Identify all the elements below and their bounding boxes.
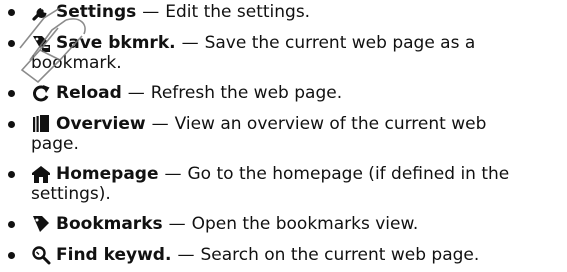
bullet (8, 90, 15, 97)
item-description-continued: page. (31, 134, 79, 154)
item-description: Refresh the web page. (150, 83, 343, 103)
item-description: Save the current web page as a (204, 33, 476, 53)
bookmarks-icon (31, 214, 51, 234)
item-description: Search on the current web page. (200, 245, 480, 265)
bullet (8, 221, 15, 228)
item-description: Edit the settings. (165, 2, 311, 22)
item-dash: — (181, 33, 199, 53)
home-icon (31, 164, 51, 184)
bullet (8, 121, 15, 128)
wrench-icon (31, 2, 51, 22)
item-title: Homepage (56, 164, 159, 184)
item-description: View an overview of the current web (174, 114, 487, 134)
item-dash: — (127, 83, 145, 103)
overview-icon (31, 114, 51, 134)
item-dash: — (164, 164, 182, 184)
item-title: Overview (56, 114, 146, 134)
item-title: Bookmarks (56, 214, 163, 234)
find-icon (31, 245, 51, 265)
item-title: Settings (56, 2, 137, 22)
item-dash: — (168, 214, 186, 234)
bullet (8, 40, 15, 47)
item-title: Find keywd. (56, 245, 172, 265)
item-dash: — (142, 2, 160, 22)
bullet (8, 171, 15, 178)
item-dash: — (151, 114, 169, 134)
item-description: Go to the homepage (if defined in the (187, 164, 510, 184)
item-description-continued: settings). (31, 184, 111, 204)
manual-page: Settings — Edit the settings. Save bkmrk. —… (0, 0, 567, 272)
item-description: Open the bookmarks view. (191, 214, 419, 234)
item-title: Save bkmrk. (56, 33, 176, 53)
item-description-continued: bookmark. (31, 53, 122, 73)
bullet (8, 9, 15, 16)
reload-icon (31, 83, 51, 103)
bullet (8, 252, 15, 259)
bookmark-add-icon (31, 33, 51, 53)
item-title: Reload (56, 83, 122, 103)
item-dash: — (177, 245, 195, 265)
